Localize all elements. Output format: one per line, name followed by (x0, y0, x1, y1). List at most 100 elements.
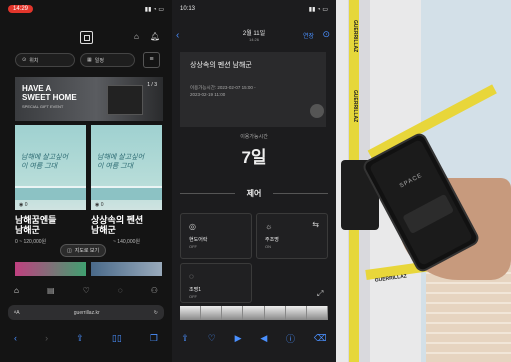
back-icon[interactable]: ‹ (176, 30, 179, 41)
listing-image-3[interactable] (15, 262, 86, 276)
banner-house-image (107, 85, 143, 115)
photo-door-unlock: GUERRILLAZ GUERRILLAZ GUERRILLAZ GUERRIL… (336, 0, 511, 362)
home-tab-icon[interactable]: ⌂ (14, 286, 19, 295)
settings-icon[interactable]: ⊙ (322, 29, 330, 40)
listing-image-2[interactable]: 남해에 살고싶어 이 여름 그대 ◉ 0 (91, 125, 162, 210)
period-start: 이용가능시간: 2023-02-07 15:00 - (190, 85, 256, 90)
divider (273, 193, 328, 194)
home-icon[interactable]: ⌂ (134, 32, 139, 41)
video-scrubber[interactable] (180, 306, 328, 320)
listing-title-2[interactable]: 상상속의 펜션 남해군 (91, 215, 143, 235)
banner-title-line1: HAVE A (22, 84, 52, 93)
light1-control[interactable]: ◌ 조명1 OFF (180, 263, 252, 303)
period-end: 2023-02-19 11:00 (190, 92, 226, 97)
place-title: 상상속의 펜션 남해군 (190, 62, 252, 69)
map-icon: ◫ (67, 247, 72, 254)
listing-region-1: 남해군 (15, 225, 40, 235)
app-logo (80, 31, 93, 44)
play-icon[interactable]: ▶ (235, 333, 242, 344)
bookmarks-icon[interactable]: ▯▯ (112, 333, 122, 344)
handheld-card (402, 193, 455, 235)
slider-icon: ⇆ (312, 220, 319, 229)
heart-tab-icon[interactable]: ♡ (83, 286, 90, 295)
listing-count-1: 0 (24, 202, 28, 208)
text-size-icon[interactable]: ᴬA (14, 310, 20, 316)
control-state: ON (265, 244, 271, 249)
control-state: OFF (189, 294, 197, 299)
listing-like-count: ◉ 0 (95, 202, 104, 208)
listing-image-1[interactable]: 남해에 살고싶어 이 여름 그대 ◉ 0 (15, 125, 86, 210)
frame-thumb (306, 306, 328, 320)
tabs-icon[interactable]: ❐ (150, 333, 158, 344)
calendar-icon: ▦ (87, 57, 92, 63)
reservation-header: ‹ 2월 11일 14:26 연장 ⊙ (172, 28, 336, 48)
document-tab-icon[interactable]: ▤ (47, 286, 55, 295)
reservation-period: 이용가능시간: 2023-02-07 15:00 - 2023-02-19 11… (190, 84, 256, 98)
lock-icon: ◎ (189, 222, 196, 231)
mute-icon[interactable]: ◀ (260, 333, 267, 344)
back-icon[interactable]: ‹ (14, 333, 17, 343)
heart-icon[interactable]: ♡ (208, 333, 216, 344)
event-banner[interactable]: HAVE A SWEET HOME SPECIAL GIFT EVENT 1 /… (15, 77, 163, 121)
pin-icon: ⊙ (22, 57, 27, 63)
url-text: guerrillaz.kr (73, 309, 100, 316)
status-time: 14:29 (8, 5, 34, 13)
tab-bar: ⌂ ▤ ♡ ◌ ⚇ (0, 283, 172, 297)
chat-tab-icon[interactable]: ◌ (118, 286, 123, 295)
frame-thumb (264, 306, 286, 320)
remaining-value: 7일 (241, 148, 267, 167)
listing-image-4[interactable] (91, 262, 162, 276)
control-label: 조명1 (189, 287, 201, 293)
fullscreen-icon[interactable]: ⤢ (317, 289, 323, 299)
status-time: 10:13 (180, 6, 196, 12)
profile-tab-icon[interactable]: ⚇ (151, 286, 158, 295)
listing-name-1: 남해꿈엔들 (15, 215, 57, 225)
reservation-card: 상상속의 펜션 남해군 이용가능시간: 2023-02-07 15:00 - 2… (180, 52, 326, 127)
listing-like-count: ◉ 0 (19, 202, 28, 208)
phone-control-screen: 10:13 ▮▮ ◔ ▭ ‹ 2월 11일 14:26 연장 ⊙ 상상속의 펜션… (172, 0, 336, 362)
status-bar: 14:29 ▮▮ ◔ ▭ (0, 0, 172, 18)
map-view-label: 지도로 보기 (74, 248, 100, 254)
filter-settings-icon[interactable]: ≡ (143, 52, 160, 68)
trash-icon[interactable]: ⌫ (314, 333, 327, 344)
control-label: 주조명 (265, 237, 279, 243)
reload-icon[interactable]: ↻ (154, 310, 158, 316)
bulb-icon: ◌ (189, 272, 194, 281)
listing-image-text: 남해에 살고싶어 이 여름 그대 (21, 154, 69, 170)
frame-thumb (222, 306, 244, 320)
listing-price-1: 0 ~ 120,000원 (15, 239, 47, 245)
share-icon[interactable]: ⇪ (76, 333, 84, 344)
status-icons: ▮▮ ◔ ▭ (144, 6, 164, 13)
region-filter-button[interactable]: ⊙ 위치 (15, 53, 75, 67)
info-icon[interactable]: ⓘ (286, 332, 295, 345)
tape-text: GUERRILLAZ (352, 20, 358, 53)
main-light-control[interactable]: ☼ ⇆ 주조명 ON (256, 213, 328, 259)
listing-region-2: 남해군 (91, 225, 116, 235)
handheld-brand: SPACE (398, 172, 424, 190)
banner-subtitle: SPECIAL GIFT EVENT (22, 104, 64, 109)
control-state: OFF (189, 244, 197, 249)
date-filter-label: 일정 (94, 57, 104, 64)
wave-graphic (91, 186, 162, 200)
frame-thumb (201, 306, 223, 320)
screenshot-collage: 14:29 ▮▮ ◔ ▭ ⌂ 🔔︎ ⊙ 위치 ▦ 일정 ≡ HAVE A SWE… (0, 0, 511, 362)
extend-button[interactable]: 연장 (303, 31, 314, 40)
frame-thumb (180, 306, 202, 320)
band-text: GUERRILLAZ (374, 273, 408, 284)
forward-icon[interactable]: › (45, 333, 48, 343)
door-lock-control[interactable]: ◎ 현도어락 OFF (180, 213, 252, 259)
listing-image-text: 남해에 살고싶어 이 여름 그대 (97, 154, 145, 170)
map-view-button[interactable]: ◫ 지도로 보기 (60, 244, 107, 257)
share-icon[interactable]: ⇪ (181, 333, 189, 344)
browser-url-bar[interactable]: ᴬA guerrillaz.kr ↻ (8, 305, 164, 320)
status-bar: 10:13 ▮▮ ◔ ▭ (172, 0, 336, 18)
bell-icon[interactable]: 🔔︎ (150, 32, 160, 41)
status-icons: ▮▮ ◔ ▭ (308, 6, 328, 13)
video-toolbar: ⇪ ♡ ▶ ◀ ⓘ ⌫ (172, 327, 336, 349)
date-filter-button[interactable]: ▦ 일정 (80, 53, 135, 67)
region-filter-label: 위치 (29, 57, 39, 64)
tape-text: GUERRILLAZ (352, 90, 358, 123)
listing-title-1[interactable]: 남해꿈엔들 남해군 (15, 215, 56, 235)
scroll-indicator (310, 104, 324, 118)
wave-graphic (15, 186, 86, 200)
